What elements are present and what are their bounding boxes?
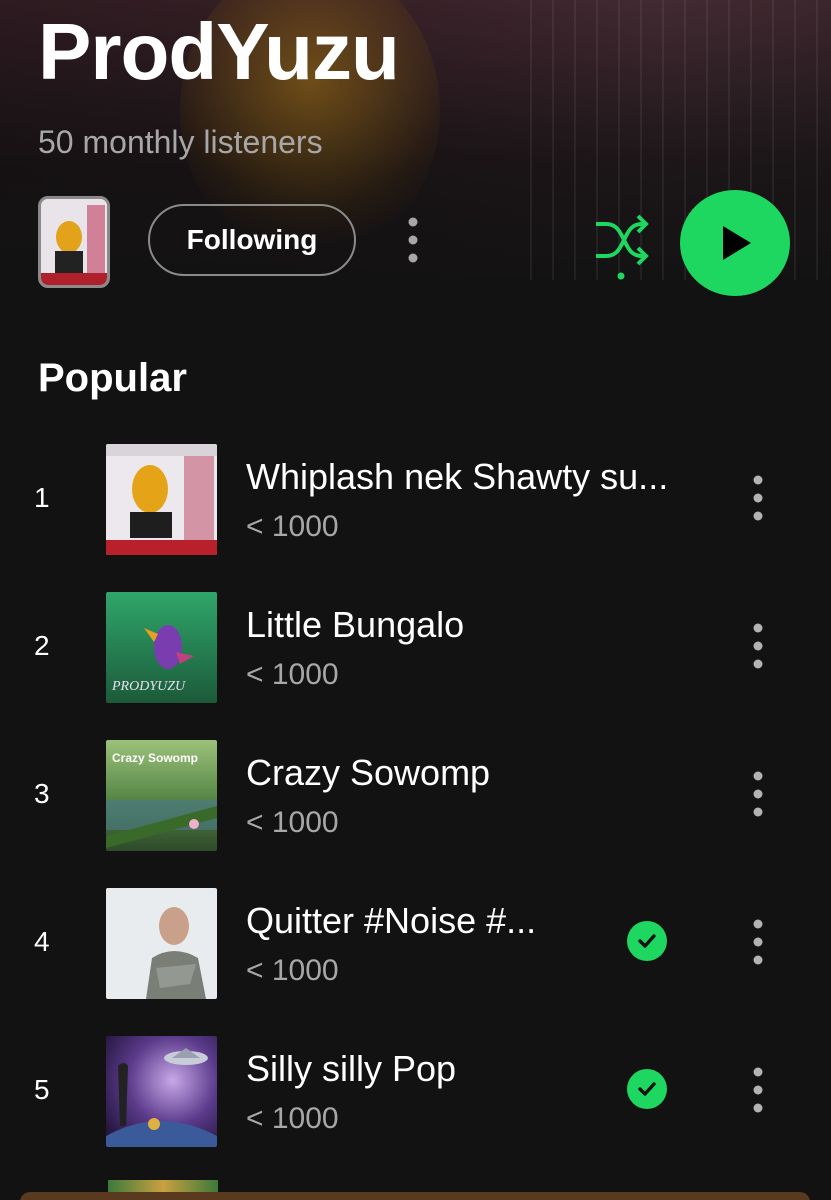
- track-row[interactable]: 1 Whiplash nek Shawty su... < 1000: [0, 438, 831, 586]
- svg-text:Crazy Sowomp: Crazy Sowomp: [112, 751, 198, 765]
- track-number: 4: [34, 926, 50, 957]
- track-title: Quitter #Noise #...: [246, 900, 537, 941]
- track-number: 1: [34, 482, 50, 513]
- artist-controls: Following: [0, 190, 831, 300]
- track-cover-art: PRODYUZU: [106, 592, 217, 703]
- track-row[interactable]: 5 Silly silly Pop < 1000: [0, 1030, 831, 1178]
- track-row[interactable]: 3 Crazy Sowomp Crazy Sowomp < 1000: [0, 734, 831, 882]
- track-play-count: < 1000: [246, 954, 339, 987]
- track-title: Little Bungalo: [246, 604, 465, 645]
- track-cover-art: [106, 888, 217, 999]
- track-more-options-icon[interactable]: [742, 764, 774, 824]
- monthly-listeners: 50 monthly listeners: [38, 124, 323, 160]
- svg-text:PRODYUZU: PRODYUZU: [111, 679, 186, 694]
- mini-player-bar[interactable]: [20, 1192, 810, 1200]
- play-button[interactable]: [680, 190, 790, 296]
- popular-section-title: Popular: [38, 356, 187, 400]
- track-play-count: < 1000: [246, 658, 339, 691]
- artist-name: ProdYuzu: [38, 7, 400, 96]
- track-row[interactable]: 2 PRODYUZU Little Bungalo < 1000: [0, 586, 831, 734]
- popular-track-list: 1 Whiplash nek Shawty su... < 1000 2 PRO…: [0, 438, 831, 1178]
- downloaded-check-icon: [627, 1069, 667, 1109]
- track-more-options-icon[interactable]: [742, 1060, 774, 1120]
- track-title: Crazy Sowomp: [246, 752, 491, 793]
- following-button[interactable]: Following: [148, 204, 356, 276]
- downloaded-check-icon: [627, 921, 667, 961]
- track-play-count: < 1000: [246, 510, 339, 543]
- play-icon: [723, 226, 751, 260]
- track-title: Silly silly Pop: [246, 1048, 457, 1089]
- track-cover-art: [106, 1036, 217, 1147]
- track-number: 5: [34, 1074, 50, 1105]
- track-cover-art: Crazy Sowomp: [106, 740, 217, 851]
- more-options-icon[interactable]: [396, 212, 430, 268]
- track-number: 2: [34, 630, 50, 661]
- track-cover-art: [106, 444, 217, 555]
- track-number: 3: [34, 778, 50, 809]
- artist-page: ProdYuzu 50 monthly listeners Following: [0, 0, 831, 1200]
- track-play-count: < 1000: [246, 1102, 339, 1135]
- shuffle-icon[interactable]: [588, 210, 652, 282]
- track-title: Whiplash nek Shawty su...: [246, 456, 669, 497]
- track-row[interactable]: 4 Quitter #Noise #... < 1000: [0, 882, 831, 1030]
- artist-pick-thumbnail[interactable]: [38, 196, 110, 288]
- track-play-count: < 1000: [246, 806, 339, 839]
- track-more-options-icon[interactable]: [742, 912, 774, 972]
- track-more-options-icon[interactable]: [742, 468, 774, 528]
- track-more-options-icon[interactable]: [742, 616, 774, 676]
